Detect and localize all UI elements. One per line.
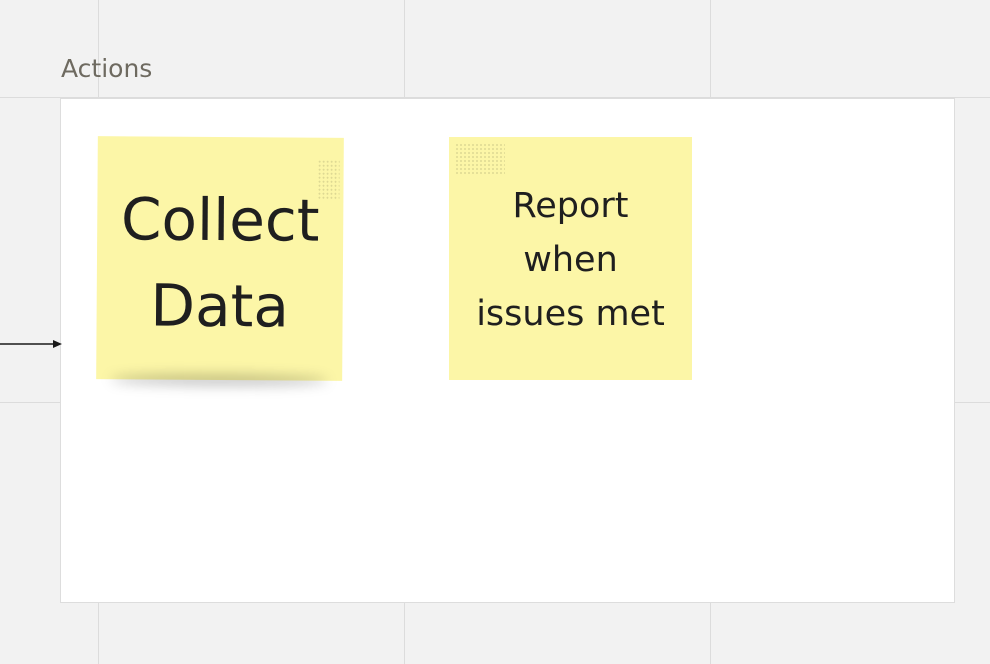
texture-dots xyxy=(455,143,505,175)
sticky-note-line: Collect xyxy=(120,185,320,255)
sticky-note-report[interactable]: Report when issues met xyxy=(449,137,692,380)
sticky-note-line: Data xyxy=(150,271,290,341)
sticky-note-line: Report xyxy=(512,186,629,226)
sticky-note-text: Collect Data xyxy=(96,176,343,350)
sticky-note-text: Report when issues met xyxy=(449,179,692,341)
sticky-note-collect-data[interactable]: Collect Data xyxy=(96,136,344,381)
frame-title[interactable]: Actions xyxy=(61,52,152,86)
sticky-note-line: issues met xyxy=(476,294,665,334)
sticky-note-line: when xyxy=(523,240,618,280)
connector-arrow[interactable] xyxy=(0,336,64,352)
